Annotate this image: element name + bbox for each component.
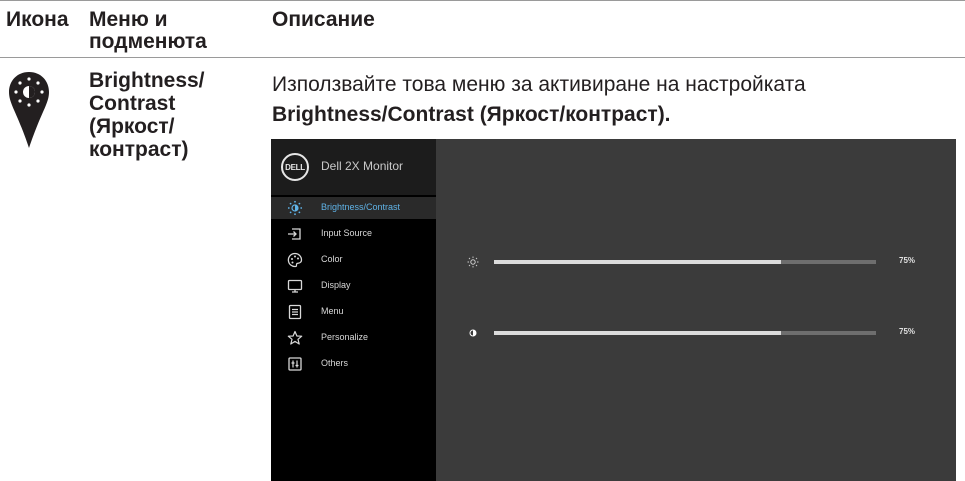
brightness-value: 75% xyxy=(899,256,916,265)
osd-item-menu[interactable]: Menu xyxy=(271,301,436,323)
brightness-icon xyxy=(287,200,303,216)
osd-sidebar: DELL Dell 2X Monitor Brightness/Contrast… xyxy=(271,139,436,481)
osd-header: DELL Dell 2X Monitor xyxy=(271,139,436,195)
osd-item-others[interactable]: Others xyxy=(271,353,436,375)
osd-item-label: Menu xyxy=(321,306,344,316)
osd-item-label: Input Source xyxy=(321,228,373,238)
brightness-pin-icon xyxy=(9,72,49,148)
menu-list-icon xyxy=(287,304,303,320)
osd-item-input-source[interactable]: Input Source xyxy=(271,223,436,245)
brightness-slider-icon xyxy=(466,255,480,269)
header-icon-column: Икона xyxy=(6,8,69,31)
osd-item-label: Color xyxy=(321,254,343,264)
description: Използвайте това меню за активиране на н… xyxy=(272,70,952,130)
table-top-rule xyxy=(0,0,965,1)
menu-name: Brightness/ Contrast (Яркост/ контраст) xyxy=(89,69,205,161)
osd-screenshot: DELL Dell 2X Monitor Brightness/Contrast… xyxy=(271,139,956,481)
display-monitor-icon xyxy=(287,278,303,294)
input-source-icon xyxy=(287,226,303,242)
brightness-slider-fill xyxy=(494,260,781,264)
description-bold: Brightness/Contrast (Яркост/контраст). xyxy=(272,103,671,126)
osd-item-label: Others xyxy=(321,358,349,368)
dell-logo: DELL xyxy=(281,153,309,181)
description-text: Използвайте това меню за активиране на н… xyxy=(272,73,806,96)
osd-item-label: Personalize xyxy=(321,332,369,342)
color-palette-icon xyxy=(287,252,303,268)
osd-item-brightness-contrast[interactable]: Brightness/Contrast xyxy=(271,197,436,219)
osd-title: Dell 2X Monitor xyxy=(321,159,404,173)
header-menu-column: Меню и подменюта xyxy=(89,8,207,53)
osd-item-label: Display xyxy=(321,280,351,290)
contrast-slider-fill xyxy=(494,331,781,335)
brightness-slider[interactable] xyxy=(494,260,876,264)
contrast-slider[interactable] xyxy=(494,331,876,335)
osd-item-personalize[interactable]: Personalize xyxy=(271,327,436,349)
osd-item-display[interactable]: Display xyxy=(271,275,436,297)
header-description-column: Описание xyxy=(272,8,375,31)
osd-item-color[interactable]: Color xyxy=(271,249,436,271)
osd-item-label: Brightness/Contrast xyxy=(321,202,401,212)
contrast-slider-icon xyxy=(466,326,480,340)
header-bottom-rule xyxy=(0,57,965,58)
others-icon xyxy=(287,356,303,372)
star-icon xyxy=(287,330,303,346)
contrast-value: 75% xyxy=(899,327,916,336)
